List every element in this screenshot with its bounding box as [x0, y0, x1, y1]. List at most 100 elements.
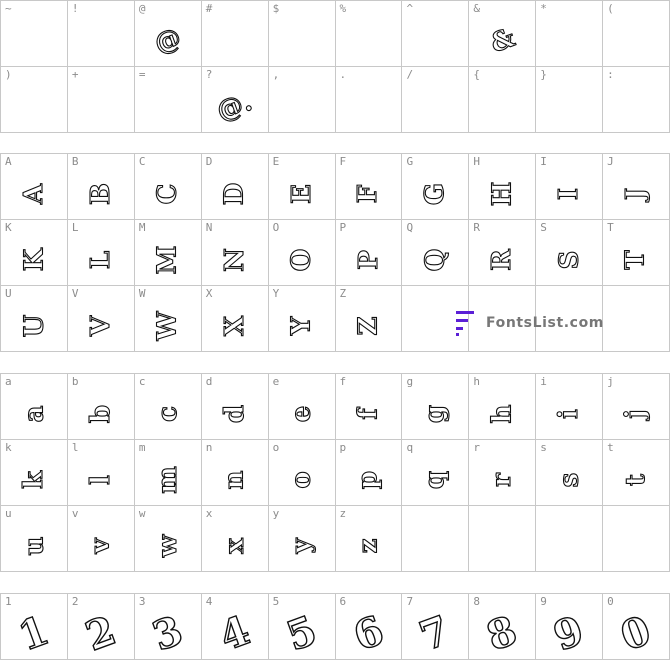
glyph-cell: gg: [402, 374, 470, 440]
glyph-preview: 4: [213, 605, 257, 660]
glyph-cell: ? @.: [201, 67, 269, 133]
glyph-preview: b: [85, 404, 116, 423]
glyph-preview: 1: [12, 605, 56, 660]
glyph-key-label: G: [406, 155, 414, 168]
glyph-key-label: (: [607, 2, 614, 15]
fontslist-logo-icon: [456, 311, 474, 336]
glyph-preview: 2: [79, 605, 123, 660]
lowercase-grid: aabbccddeeffgghhiijjkkllmmnnooppqqrrsstt…: [0, 373, 670, 572]
glyph-cell: %: [335, 1, 403, 67]
glyph-preview: W: [152, 310, 183, 341]
digits-grid: 11223344556677889900: [0, 593, 670, 660]
glyph-key-label: u: [5, 507, 12, 520]
glyph-cell: yy: [268, 506, 336, 572]
glyph-key-label: :: [607, 68, 614, 81]
glyph-cell: II: [536, 154, 604, 220]
glyph-key-label: k: [5, 441, 12, 454]
glyph-key-label: z: [339, 507, 347, 520]
glyph-key-label: J: [607, 155, 614, 168]
glyph-row: ) + =? @.,. /{}:: [1, 67, 670, 133]
watermark-text: FontsList.com: [486, 315, 604, 331]
glyph-preview: @: [150, 21, 186, 60]
glyph-key-label: 9: [540, 595, 547, 608]
glyph-row: ~! @ @ # $% ^ & & *(: [1, 1, 670, 67]
glyph-preview: I: [554, 187, 585, 200]
glyph-cell: mm: [134, 440, 202, 506]
empty-cell: [603, 506, 670, 572]
glyph-preview: l: [85, 474, 116, 485]
glyph-key-label: .: [339, 68, 347, 81]
glyph-preview: Z: [353, 315, 384, 335]
glyph-preview: i: [554, 408, 585, 419]
glyph-key-label: D: [205, 155, 213, 168]
glyph-key-label: a: [5, 375, 12, 388]
glyph-preview: s: [554, 472, 585, 488]
glyph-preview: 6: [346, 605, 390, 660]
glyph-key-label: e: [272, 375, 280, 388]
glyph-key-label: p: [339, 441, 347, 454]
glyph-key-label: 6: [339, 595, 347, 608]
glyph-key-label: h: [473, 375, 480, 388]
glyph-key-label: c: [138, 375, 146, 388]
glyph-cell: pp: [335, 440, 403, 506]
glyph-row: 11223344556677889900: [1, 594, 670, 660]
glyph-key-label: +: [71, 68, 79, 81]
glyph-preview: M: [152, 245, 183, 275]
glyph-row: KKLLMMNNOOPPQQRRSSTT: [1, 220, 670, 286]
glyph-key-label: t: [607, 441, 614, 454]
glyph-key-label: 0: [607, 595, 614, 608]
glyph-cell: ll: [67, 440, 135, 506]
glyph-preview: w: [152, 534, 183, 557]
glyph-cell: TT: [603, 220, 670, 286]
glyph-cell: QQ: [402, 220, 470, 286]
glyph-cell: 22: [67, 594, 135, 660]
glyph-preview: n: [219, 469, 250, 489]
glyph-cell: qq: [402, 440, 470, 506]
glyph-cell: 33: [134, 594, 202, 660]
glyph-key-label: }: [540, 68, 547, 81]
glyph-cell: BB: [67, 154, 135, 220]
glyph-key-label: K: [5, 221, 12, 234]
empty-cell: [402, 506, 470, 572]
glyph-cell: RR: [469, 220, 537, 286]
glyph-key-label: l: [71, 441, 79, 454]
empty-cell: [603, 286, 670, 352]
glyph-cell: YY: [268, 286, 336, 352]
glyph-cell: $: [268, 1, 336, 67]
glyph-preview: X: [219, 315, 250, 336]
glyph-key-label: I: [540, 155, 547, 168]
glyph-key-label: A: [5, 155, 12, 168]
glyph-preview: j: [621, 408, 652, 419]
glyph-key-label: @: [138, 2, 146, 15]
glyph-key-label: *: [540, 2, 547, 15]
glyph-cell: .: [335, 67, 403, 133]
glyph-cell: {: [469, 67, 537, 133]
glyph-cell: bb: [67, 374, 135, 440]
glyph-cell: 11: [1, 594, 68, 660]
glyph-key-label: T: [607, 221, 614, 234]
glyph-cell: :: [603, 67, 670, 133]
fontslist-watermark: FontsList.com: [454, 310, 604, 336]
glyph-cell: =: [134, 67, 202, 133]
glyph-preview: h: [487, 403, 518, 423]
glyph-preview: o: [286, 470, 317, 489]
glyph-cell: 00: [603, 594, 670, 660]
glyph-cell: ii: [536, 374, 604, 440]
glyph-key-label: M: [138, 221, 146, 234]
empty-cell: [469, 506, 537, 572]
glyph-preview: R: [487, 248, 518, 271]
glyph-preview: D: [219, 182, 250, 206]
glyph-cell: tt: [603, 440, 670, 506]
glyph-key-label: ~: [5, 2, 12, 15]
glyph-cell: cc: [134, 374, 202, 440]
glyph-cell: DD: [201, 154, 269, 220]
glyph-key-label: Z: [339, 287, 347, 300]
glyph-key-label: i: [540, 375, 547, 388]
glyph-cell: KK: [1, 220, 68, 286]
glyph-cell: FF: [335, 154, 403, 220]
glyph-preview: A: [18, 183, 49, 204]
glyph-preview: E: [286, 183, 317, 204]
glyph-key-label: P: [339, 221, 347, 234]
glyph-key-label: F: [339, 155, 347, 168]
glyph-preview: G: [420, 182, 451, 205]
